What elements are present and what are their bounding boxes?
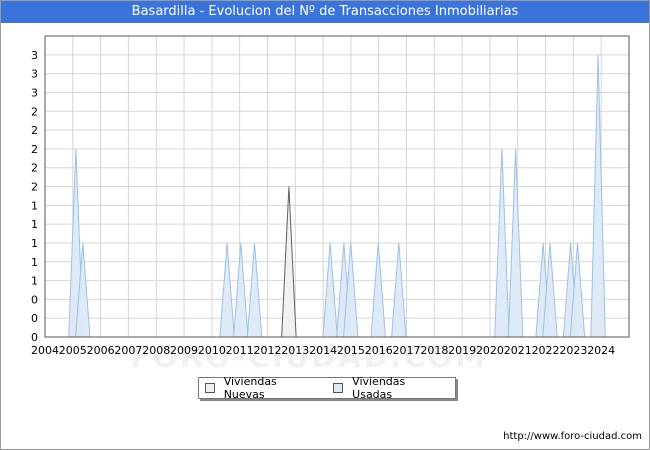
footer-url: http://www.foro-ciudad.com [503, 431, 642, 442]
y-tick-label: 3 [31, 86, 38, 99]
y-tick-label: 1 [31, 218, 38, 231]
watermark-text: FORO-CIUDAD.COM [130, 340, 487, 375]
y-tick-label: 2 [31, 162, 38, 175]
x-tick-label: 2024 [587, 344, 615, 357]
legend-item-nuevas: Viviendas Nuevas [205, 375, 317, 401]
y-tick-label: 3 [31, 68, 38, 81]
y-tick-label: 1 [31, 275, 38, 288]
legend-label-usadas: Viviendas Usadas [352, 375, 406, 401]
x-tick-label: 2004 [31, 344, 59, 357]
y-tick-label: 2 [31, 124, 38, 137]
y-tick-label: 0 [31, 312, 38, 325]
y-tick-label: 1 [31, 237, 38, 250]
legend-swatch-usadas [333, 383, 344, 393]
y-tick-label: 2 [31, 143, 38, 156]
y-tick-label: 1 [31, 256, 38, 269]
x-tick-label: 2006 [87, 344, 115, 357]
x-tick-label: 2023 [559, 344, 587, 357]
chart-legend: Viviendas Nuevas Viviendas Usadas [198, 375, 456, 401]
y-tick-label: 1 [31, 199, 38, 212]
x-tick-label: 2022 [532, 344, 560, 357]
x-tick-label: 2005 [59, 344, 87, 357]
y-tick-label: 0 [31, 331, 38, 344]
y-tick-label: 0 [31, 293, 38, 306]
y-tick-label: 2 [31, 105, 38, 118]
x-tick-label: 2021 [504, 344, 532, 357]
legend-item-usadas: Viviendas Usadas [333, 375, 445, 401]
legend-label-nuevas: Viviendas Nuevas [223, 375, 277, 401]
legend-swatch-nuevas [205, 383, 215, 393]
y-tick-label: 3 [31, 49, 38, 62]
y-tick-label: 2 [31, 181, 38, 194]
